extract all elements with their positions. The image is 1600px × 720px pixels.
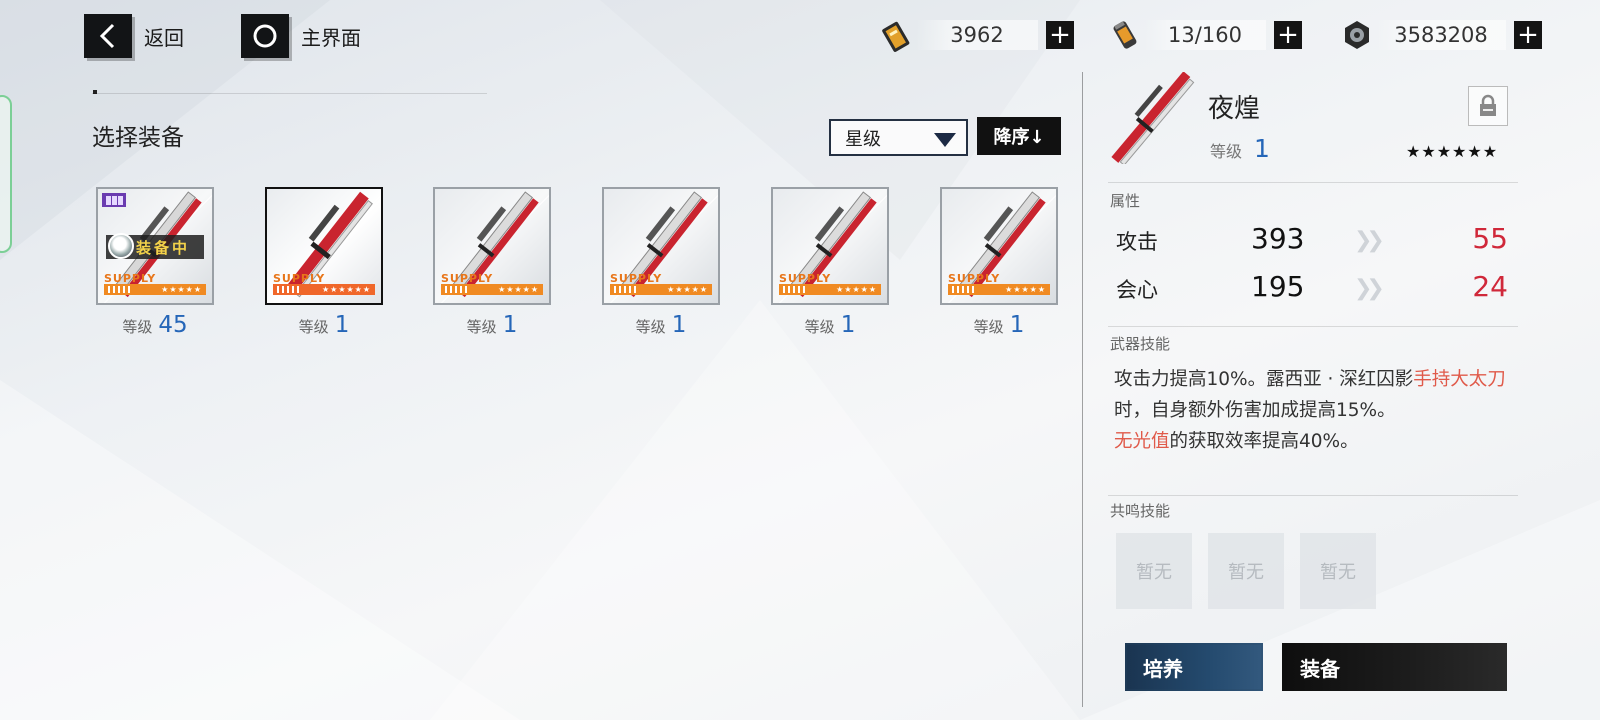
add-gold-button[interactable]: + [1046,21,1074,49]
level-value: 1 [502,312,518,338]
equipment-card[interactable]: SUPPLY ★★★★★ [433,187,551,305]
back-button[interactable]: 返回 [84,14,184,58]
add-gear-button[interactable]: + [1514,21,1542,49]
card-level: 等级 45 [96,312,214,338]
resonance-slot[interactable]: 暂无 [1300,533,1376,609]
stat-row-attack: 攻击 393 ❯❯ 55 [1116,220,1508,260]
gold-ticket-icon [878,16,916,54]
section-title: 选择装备 [92,125,184,151]
sort-order-button[interactable]: 降序↓ [977,117,1061,155]
circle-home-icon [241,14,289,58]
sort-select-value: 星级 [845,128,881,150]
card-level: 等级 1 [602,312,720,338]
resource-energy-value: 13/160 [1144,20,1266,50]
home-label: 主界面 [301,25,361,50]
star-rating: ★★★★★ [441,284,543,295]
stat-name: 会心 [1116,278,1158,302]
level-label: 等级 [973,318,1004,336]
back-label: 返回 [144,25,184,50]
resonance-slot[interactable]: 暂无 [1208,533,1284,609]
skill-highlight: 无光值 [1114,431,1170,452]
level-value: 45 [158,312,188,338]
level-value: 1 [334,312,350,338]
equipment-card[interactable]: SUPPLY ★★★★★ [940,187,1058,305]
divider [1108,495,1518,496]
card-frame: SUPPLY ★★★★★★ [265,187,383,305]
equipment-card-selected[interactable]: SUPPLY ★★★★★★ [265,187,383,305]
stat-base: 393 [1251,222,1305,255]
equip-button[interactable]: 装备 [1282,643,1507,691]
level-label: 等级 [466,318,497,336]
card-frame: SUPPLY ★★★★★ [602,187,720,305]
weapon-preview-icon [1111,72,1195,164]
stat-bonus: 55 [1472,222,1508,255]
caret-down-icon [934,133,956,147]
resonance-title: 共鸣技能 [1110,502,1171,520]
equipment-card[interactable]: SUPPLY ★★★★★ [771,187,889,305]
level-value: 1 [671,312,687,338]
card-level: 等级 1 [265,312,383,338]
double-chevron-icon: ❯❯ [1354,276,1385,301]
resource-gold-value: 3962 [916,20,1038,50]
level-value: 1 [1009,312,1025,338]
level-label: 等级 [804,318,835,336]
lock-icon [1480,94,1496,116]
home-button[interactable]: 主界面 [241,14,361,58]
add-energy-button[interactable]: + [1274,21,1302,49]
equipment-card[interactable]: SUPPLY ★★★★★ [602,187,720,305]
chevron-left-icon [84,14,132,58]
train-button[interactable]: 培养 [1125,643,1263,691]
level-label: 等级 [1210,142,1243,161]
resource-gear-value: 3583208 [1376,20,1506,50]
gear-coin-icon [1338,16,1376,54]
card-level: 等级 1 [433,312,551,338]
level-label: 等级 [635,318,666,336]
weapon-stars: ★★★★★★ [1406,142,1499,161]
stat-bonus: 24 [1472,270,1508,303]
divider [92,93,487,94]
weapon-skill-description: 攻击力提高10%。露西亚 · 深红囚影手持大太刀时，自身额外伤害加成提高15%。… [1114,369,1506,452]
character-avatar [108,233,134,259]
divider [1108,326,1518,327]
skill-highlight: 手持大太刀 [1413,369,1506,390]
card-level: 等级 1 [771,312,889,338]
level-value: 1 [1254,134,1270,163]
background-facets [0,0,1600,720]
sort-select[interactable]: 星级 [829,119,968,156]
lock-button[interactable] [1468,86,1508,126]
equipped-tag: 装备中 [106,233,204,259]
weapon-name: 夜煌 [1208,94,1261,124]
equipped-label: 装备中 [136,238,191,257]
resource-gear: 3583208 + [1338,16,1542,54]
stat-name: 攻击 [1116,230,1158,254]
star-rating: ★★★★★★ [273,284,375,295]
panel-divider [1082,72,1083,707]
card-frame: 装备中 SUPPLY ★★★★★ [96,187,214,305]
card-frame: SUPPLY ★★★★★ [771,187,889,305]
energy-canister-icon [1106,16,1144,54]
star-rating: ★★★★★ [948,284,1050,295]
double-chevron-icon: ❯❯ [1354,228,1385,253]
star-rating: ★★★★★ [779,284,881,295]
level-label: 等级 [298,318,329,336]
card-frame: SUPPLY ★★★★★ [433,187,551,305]
side-drawer-tab[interactable] [0,95,12,253]
divider [1108,182,1518,183]
level-value: 1 [840,312,856,338]
level-label: 等级 [122,318,153,336]
stat-row-crit: 会心 195 ❯❯ 24 [1116,268,1508,308]
resource-gold: 3962 + [878,16,1074,54]
star-rating: ★★★★★ [104,284,206,295]
resonance-slot[interactable]: 暂无 [1116,533,1192,609]
attributes-title: 属性 [1110,192,1141,210]
card-frame: SUPPLY ★★★★★ [940,187,1058,305]
star-rating: ★★★★★ [610,284,712,295]
stat-base: 195 [1251,270,1305,303]
weapon-level: 等级 1 [1210,134,1270,163]
resource-energy: 13/160 + [1106,16,1302,54]
equipment-card[interactable]: 装备中 SUPPLY ★★★★★ [96,187,214,305]
rank-badge [102,193,126,207]
weapon-skill-title: 武器技能 [1110,335,1171,353]
card-level: 等级 1 [940,312,1058,338]
